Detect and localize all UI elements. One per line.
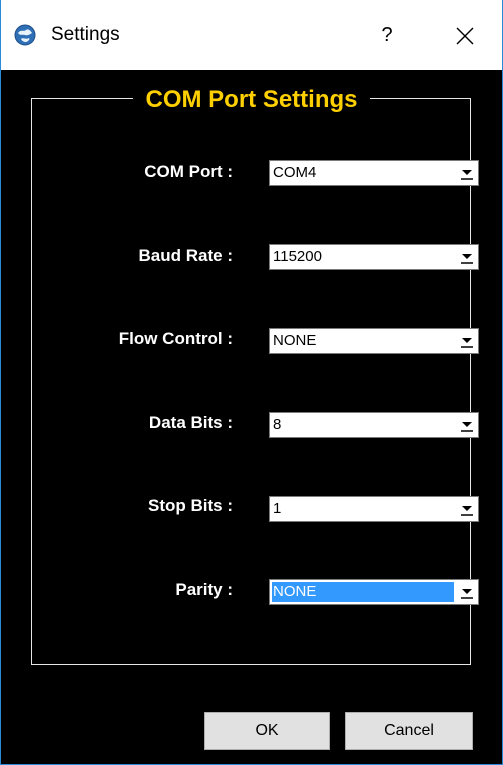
baud-rate-label: Baud Rate : [138, 246, 233, 265]
parity-value: NONE [273, 583, 317, 600]
stop-bits-select[interactable]: 1 [269, 496, 479, 522]
settings-dialog: Settings ? COM Port Settings COM Port : … [0, 0, 503, 765]
chevron-down-icon [461, 338, 473, 348]
chevron-down-icon [461, 170, 473, 180]
close-icon [456, 27, 474, 45]
data-bits-label: Data Bits : [148, 413, 233, 432]
flow-control-value: NONE [273, 332, 317, 349]
stop-bits-value: 1 [273, 500, 282, 517]
close-button[interactable] [444, 16, 484, 54]
title-bar[interactable]: Settings ? [1, 0, 502, 70]
chevron-down-icon [461, 506, 473, 516]
parity-select[interactable]: NONE [269, 579, 479, 605]
globe-icon [14, 24, 36, 46]
com-port-select[interactable]: COM4 [269, 160, 479, 186]
data-bits-select[interactable]: 8 [269, 412, 479, 438]
com-port-value: COM4 [273, 164, 317, 181]
data-bits-value: 8 [273, 416, 282, 433]
chevron-down-icon [461, 254, 473, 264]
window-title: Settings [51, 24, 120, 45]
parity-label: Parity : [175, 580, 233, 599]
baud-rate-select[interactable]: 115200 [269, 244, 479, 270]
cancel-button[interactable]: Cancel [345, 712, 473, 750]
help-button[interactable]: ? [372, 16, 402, 54]
chevron-down-icon [461, 589, 473, 599]
ok-button[interactable]: OK [204, 712, 330, 750]
chevron-down-icon [461, 422, 473, 432]
com-port-label: COM Port : [144, 162, 233, 181]
dialog-body: COM Port Settings COM Port : COM4 Baud R… [1, 70, 502, 764]
baud-rate-value: 115200 [273, 248, 322, 265]
stop-bits-label: Stop Bits : [148, 496, 233, 515]
flow-control-select[interactable]: NONE [269, 328, 479, 354]
flow-control-label: Flow Control : [118, 329, 233, 348]
